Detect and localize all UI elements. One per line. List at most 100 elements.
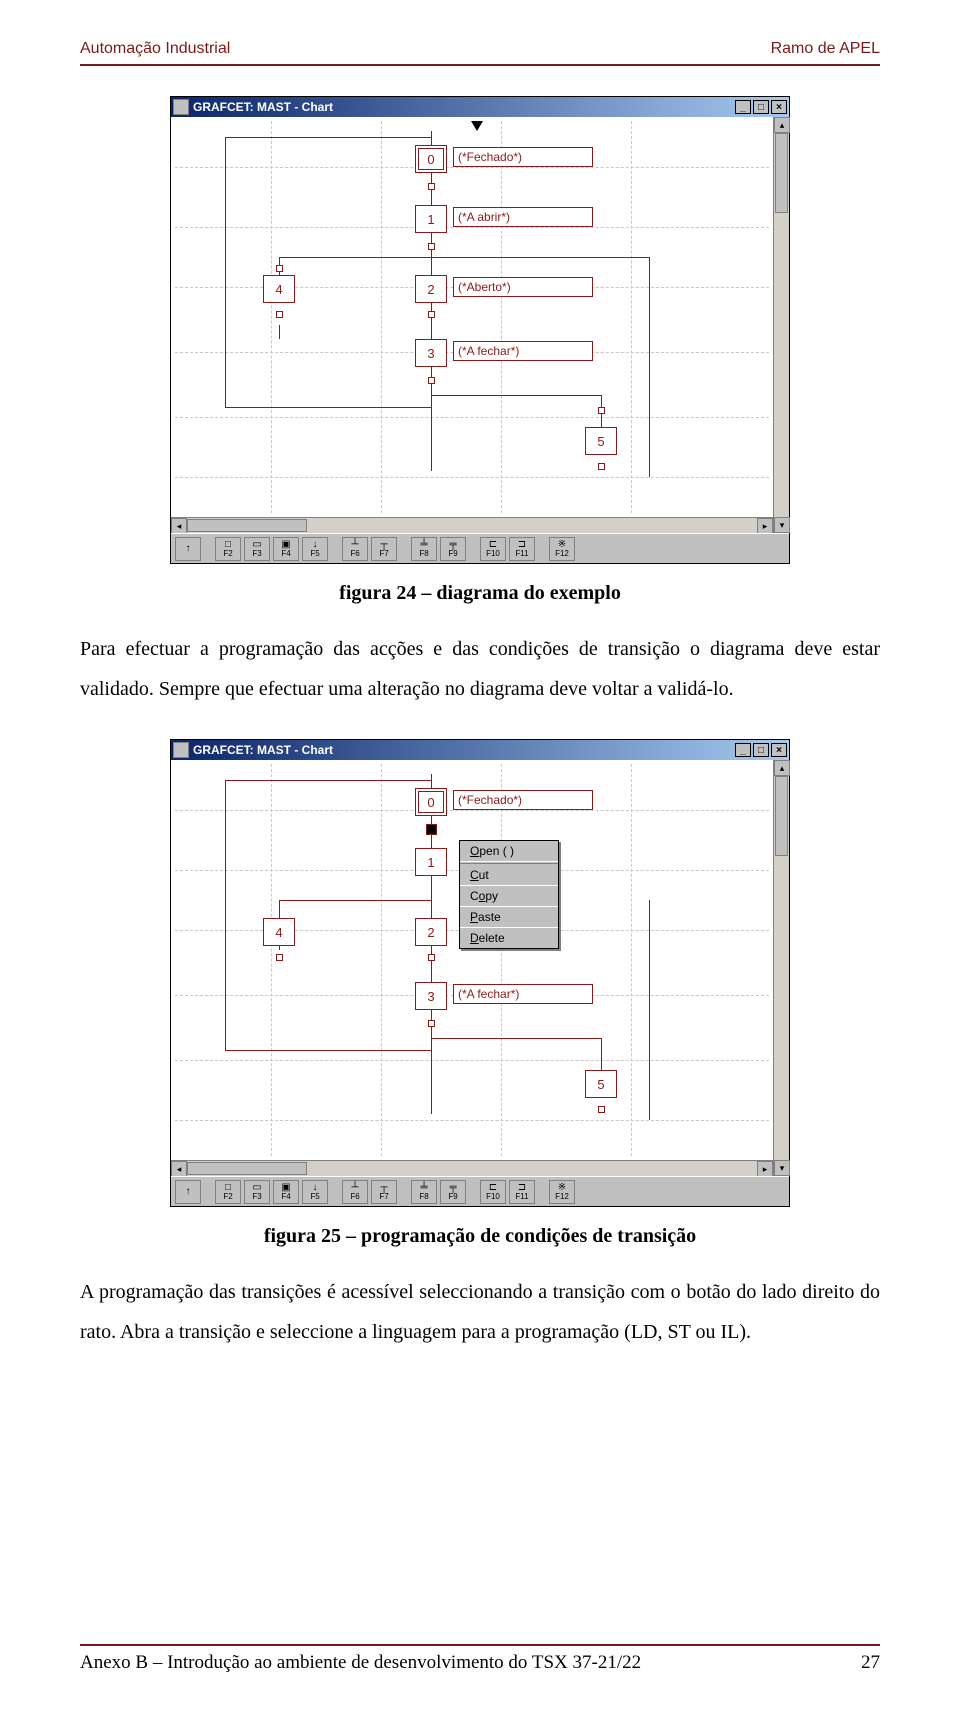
fkey-f7[interactable]: ┬F7 — [371, 1180, 397, 1204]
label-aberto: (*Aberto*) — [453, 277, 593, 297]
transition-node[interactable] — [428, 243, 435, 250]
step-5[interactable]: 5 — [585, 427, 617, 455]
fkey-shift[interactable]: ↑ — [175, 1180, 201, 1204]
scroll-left-icon[interactable]: ◂ — [171, 518, 187, 533]
menu-copy[interactable]: Copy — [460, 886, 558, 907]
function-key-toolbar: ↑ □F2 ▭F3 ▣F4 ↓F5 ┴F6 ┬F7 ╧F8 ╤F9 ⊏F10 ⊐… — [171, 1176, 789, 1206]
fkey-f9[interactable]: ╤F9 — [440, 537, 466, 561]
label-a-abrir: (*A abrir*) — [453, 207, 593, 227]
fkey-f8[interactable]: ╧F8 — [411, 1180, 437, 1204]
scroll-down-icon[interactable]: ▾ — [774, 1160, 790, 1176]
scroll-left-icon[interactable]: ◂ — [171, 1161, 187, 1176]
page-header: Automação Industrial Ramo de APEL — [80, 40, 880, 58]
close-button[interactable]: × — [771, 743, 787, 757]
label-fechado: (*Fechado*) — [453, 147, 593, 167]
fkey-f3[interactable]: ▭F3 — [244, 1180, 270, 1204]
horizontal-scrollbar[interactable]: ◂ ▸ — [171, 517, 773, 533]
step-2[interactable]: 2 — [415, 275, 447, 303]
step-1[interactable]: 1 — [415, 848, 447, 876]
step-4[interactable]: 4 — [263, 918, 295, 946]
footer-rule — [80, 1644, 880, 1646]
transition-node[interactable] — [428, 954, 435, 961]
fkey-f11[interactable]: ⊐F11 — [509, 1180, 535, 1204]
fkey-f5[interactable]: ↓F5 — [302, 537, 328, 561]
vertical-scrollbar[interactable]: ▴ ▾ — [773, 760, 789, 1176]
fkey-f6[interactable]: ┴F6 — [342, 1180, 368, 1204]
grafcet-window-2: GRAFCET: MAST - Chart _ □ × 0 (*Fechado*… — [170, 739, 790, 1207]
diagram-canvas[interactable]: 0 (*Fechado*) 1 (*A abrir*) 4 2 — [171, 117, 773, 517]
maximize-button[interactable]: □ — [753, 743, 769, 757]
maximize-button[interactable]: □ — [753, 100, 769, 114]
fkey-f6[interactable]: ┴F6 — [342, 537, 368, 561]
fkey-f11[interactable]: ⊐F11 — [509, 537, 535, 561]
fkey-f5[interactable]: ↓F5 — [302, 1180, 328, 1204]
transition-node[interactable] — [598, 407, 605, 414]
step-5[interactable]: 5 — [585, 1070, 617, 1098]
scroll-up-icon[interactable]: ▴ — [774, 117, 790, 133]
fkey-f12[interactable]: ※F12 — [549, 537, 575, 561]
close-button[interactable]: × — [771, 100, 787, 114]
scroll-right-icon[interactable]: ▸ — [757, 518, 773, 533]
titlebar[interactable]: GRAFCET: MAST - Chart _ □ × — [171, 97, 789, 117]
fkey-f7[interactable]: ┬F7 — [371, 537, 397, 561]
function-key-toolbar: ↑ □F2 ▭F3 ▣F4 ↓F5 ┴F6 ┬F7 ╧F8 ╤F9 ⊏F10 ⊐… — [171, 533, 789, 563]
fkey-f10[interactable]: ⊏F10 — [480, 1180, 506, 1204]
menu-open[interactable]: OOpen ( )pen ( ) — [460, 841, 558, 862]
app-icon — [173, 99, 189, 115]
fkey-f4[interactable]: ▣F4 — [273, 537, 299, 561]
fkey-f9[interactable]: ╤F9 — [440, 1180, 466, 1204]
step-0[interactable]: 0 — [415, 788, 447, 816]
fkey-f10[interactable]: ⊏F10 — [480, 537, 506, 561]
transition-node[interactable] — [276, 954, 283, 961]
grafcet-window-1: GRAFCET: MAST - Chart _ □ × — [170, 96, 790, 564]
step-2[interactable]: 2 — [415, 918, 447, 946]
transition-node-selected[interactable] — [426, 824, 437, 835]
entry-arrow-icon — [471, 121, 483, 131]
figure-25-caption: figura 25 – programação de condições de … — [80, 1225, 880, 1248]
minimize-button[interactable]: _ — [735, 743, 751, 757]
menu-delete[interactable]: Delete — [460, 928, 558, 948]
window-title: GRAFCET: MAST - Chart — [193, 100, 333, 114]
step-3[interactable]: 3 — [415, 339, 447, 367]
scroll-down-icon[interactable]: ▾ — [774, 517, 790, 533]
step-4[interactable]: 4 — [263, 275, 295, 303]
transition-node[interactable] — [428, 183, 435, 190]
fkey-f8[interactable]: ╧F8 — [411, 537, 437, 561]
menu-cut[interactable]: Cut — [460, 865, 558, 886]
header-left: Automação Industrial — [80, 40, 230, 58]
step-3[interactable]: 3 — [415, 982, 447, 1010]
fkey-f4[interactable]: ▣F4 — [273, 1180, 299, 1204]
diagram-canvas[interactable]: 0 (*Fechado*) 1 4 2 3 (*A fechar*) 5 — [171, 760, 773, 1160]
transition-node[interactable] — [276, 311, 283, 318]
label-a-fechar: (*A fechar*) — [453, 341, 593, 361]
step-0[interactable]: 0 — [415, 145, 447, 173]
figure-24-caption: figura 24 – diagrama do exemplo — [80, 582, 880, 605]
fkey-shift[interactable]: ↑ — [175, 537, 201, 561]
transition-node[interactable] — [428, 311, 435, 318]
minimize-button[interactable]: _ — [735, 100, 751, 114]
scroll-up-icon[interactable]: ▴ — [774, 760, 790, 776]
fkey-f2[interactable]: □F2 — [215, 537, 241, 561]
transition-node[interactable] — [598, 463, 605, 470]
paragraph-2: A programação das transições é acessível… — [80, 1272, 880, 1352]
fkey-f12[interactable]: ※F12 — [549, 1180, 575, 1204]
fkey-f2[interactable]: □F2 — [215, 1180, 241, 1204]
transition-node[interactable] — [276, 265, 283, 272]
header-right: Ramo de APEL — [771, 40, 880, 58]
paragraph-1: Para efectuar a programação das acções e… — [80, 629, 880, 709]
menu-paste[interactable]: Paste — [460, 907, 558, 928]
transition-node[interactable] — [428, 1020, 435, 1027]
fkey-f3[interactable]: ▭F3 — [244, 537, 270, 561]
transition-node[interactable] — [428, 377, 435, 384]
step-1[interactable]: 1 — [415, 205, 447, 233]
header-rule — [80, 64, 880, 66]
vertical-scrollbar[interactable]: ▴ ▾ — [773, 117, 789, 533]
footer-page-number: 27 — [861, 1652, 880, 1674]
horizontal-scrollbar[interactable]: ◂ ▸ — [171, 1160, 773, 1176]
context-menu: OOpen ( )pen ( ) Cut Copy Paste Delete — [459, 840, 559, 949]
transition-node[interactable] — [598, 1106, 605, 1113]
titlebar[interactable]: GRAFCET: MAST - Chart _ □ × — [171, 740, 789, 760]
footer-left: Anexo B – Introdução ao ambiente de dese… — [80, 1652, 641, 1674]
label-a-fechar: (*A fechar*) — [453, 984, 593, 1004]
scroll-right-icon[interactable]: ▸ — [757, 1161, 773, 1176]
